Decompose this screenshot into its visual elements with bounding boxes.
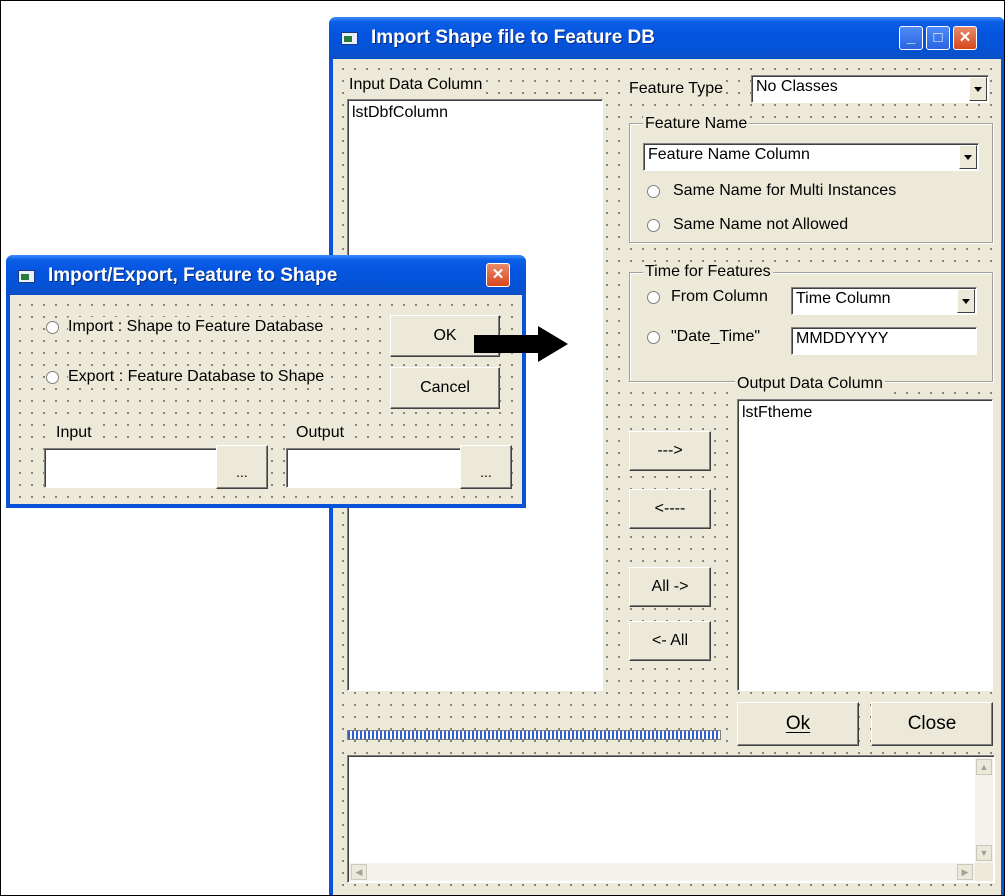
dialog-title: Import/Export, Feature to Shape bbox=[48, 265, 338, 286]
feature-type-label: Feature Type bbox=[627, 79, 725, 99]
scroll-corner bbox=[975, 863, 993, 881]
radio-same-name-not-allowed[interactable] bbox=[647, 219, 660, 232]
output-browse-button[interactable]: ... bbox=[460, 445, 512, 489]
feature-type-value: No Classes bbox=[756, 78, 838, 95]
horizontal-scrollbar[interactable]: ◀ ▶ bbox=[349, 863, 975, 881]
scroll-right-icon[interactable]: ▶ bbox=[957, 864, 973, 880]
close-icon: ✕ bbox=[491, 266, 505, 283]
date-format-input[interactable]: MMDDYYYY bbox=[791, 327, 977, 355]
feature-name-value: Feature Name Column bbox=[648, 146, 810, 163]
output-path-label: Output bbox=[294, 423, 347, 443]
feature-name-dropdown[interactable]: Feature Name Column bbox=[643, 143, 979, 171]
close-window-button[interactable]: ✕ bbox=[953, 26, 977, 50]
close-label: Close bbox=[907, 713, 957, 734]
minimize-icon: _ bbox=[906, 29, 916, 46]
main-title: Import Shape file to Feature DB bbox=[371, 27, 655, 48]
move-right-button[interactable]: ---> bbox=[629, 431, 711, 471]
radio-from-column-label: From Column bbox=[671, 288, 768, 305]
ok-label: Ok bbox=[785, 713, 811, 734]
radio-same-name-not-allowed-label: Same Name not Allowed bbox=[673, 216, 849, 233]
scroll-up-icon[interactable]: ▲ bbox=[976, 759, 992, 775]
scroll-left-icon[interactable]: ◀ bbox=[351, 864, 367, 880]
move-left-label: <---- bbox=[654, 500, 686, 517]
date-format-value: MMDDYYYY bbox=[796, 330, 889, 347]
dialog-cancel-label: Cancel bbox=[420, 379, 470, 396]
app-icon bbox=[341, 32, 358, 45]
output-data-list[interactable]: lstFtheme bbox=[737, 399, 993, 691]
close-icon: ✕ bbox=[958, 29, 972, 46]
maximize-icon: □ bbox=[933, 29, 943, 46]
ok-button[interactable]: Ok bbox=[737, 702, 859, 746]
progress-bar bbox=[347, 730, 721, 740]
move-right-label: ---> bbox=[657, 442, 683, 459]
move-all-left-label: <- All bbox=[651, 632, 688, 649]
move-left-button[interactable]: <---- bbox=[629, 489, 711, 529]
output-column-label: Output Data Column bbox=[735, 374, 885, 394]
radio-from-column[interactable] bbox=[647, 291, 660, 304]
browse-icon: ... bbox=[236, 464, 248, 480]
scroll-down-icon[interactable]: ▼ bbox=[976, 845, 992, 861]
move-all-right-button[interactable]: All -> bbox=[629, 567, 711, 607]
input-browse-button[interactable]: ... bbox=[216, 445, 268, 489]
radio-export-label: Export : Feature Database to Shape bbox=[68, 367, 329, 387]
message-textarea[interactable]: ▲ ▼ ◀ ▶ bbox=[347, 755, 995, 883]
list-item[interactable]: lstDbfColumn bbox=[352, 104, 448, 122]
radio-export[interactable] bbox=[46, 371, 59, 384]
input-column-label: Input Data Column bbox=[347, 75, 485, 95]
dialog-app-icon bbox=[18, 270, 35, 283]
time-features-group-title: Time for Features bbox=[643, 262, 773, 282]
chevron-down-icon[interactable] bbox=[969, 77, 987, 101]
radio-date-time[interactable] bbox=[647, 331, 660, 344]
chevron-down-icon[interactable] bbox=[957, 289, 975, 313]
vertical-scrollbar[interactable]: ▲ ▼ bbox=[975, 757, 993, 863]
maximize-button[interactable]: □ bbox=[926, 26, 950, 50]
browse-icon: ... bbox=[480, 464, 492, 480]
arrow-shaft bbox=[474, 335, 540, 353]
arrow-right-icon bbox=[538, 326, 568, 362]
radio-import[interactable] bbox=[46, 321, 59, 334]
list-item[interactable]: lstFtheme bbox=[742, 404, 812, 422]
chevron-down-icon[interactable] bbox=[959, 145, 977, 169]
input-path-label: Input bbox=[54, 423, 94, 443]
annotation-arrow bbox=[474, 326, 574, 362]
minimize-button[interactable]: _ bbox=[899, 26, 923, 50]
time-column-value: Time Column bbox=[796, 290, 891, 307]
radio-same-name-multi[interactable] bbox=[647, 185, 660, 198]
main-titlebar[interactable]: Import Shape file to Feature DB _ □ ✕ bbox=[329, 17, 1005, 59]
move-all-left-button[interactable]: <- All bbox=[629, 621, 711, 661]
move-all-right-label: All -> bbox=[651, 578, 689, 595]
close-button[interactable]: Close bbox=[871, 702, 993, 746]
dialog-close-button[interactable]: ✕ bbox=[486, 263, 510, 287]
feature-name-group-title: Feature Name bbox=[643, 114, 750, 134]
radio-same-name-multi-label: Same Name for Multi Instances bbox=[673, 182, 897, 199]
import-export-dialog: Import/Export, Feature to Shape ✕ Import… bbox=[6, 255, 526, 508]
dialog-cancel-button[interactable]: Cancel bbox=[390, 367, 500, 409]
time-column-dropdown[interactable]: Time Column bbox=[791, 287, 977, 315]
radio-date-time-label: "Date_Time" bbox=[671, 328, 761, 345]
radio-import-label: Import : Shape to Feature Database bbox=[68, 317, 328, 337]
dialog-client-area: Import : Shape to Feature Database Expor… bbox=[10, 295, 522, 504]
dialog-titlebar[interactable]: Import/Export, Feature to Shape ✕ bbox=[6, 255, 526, 295]
feature-type-dropdown[interactable]: No Classes bbox=[751, 75, 989, 103]
